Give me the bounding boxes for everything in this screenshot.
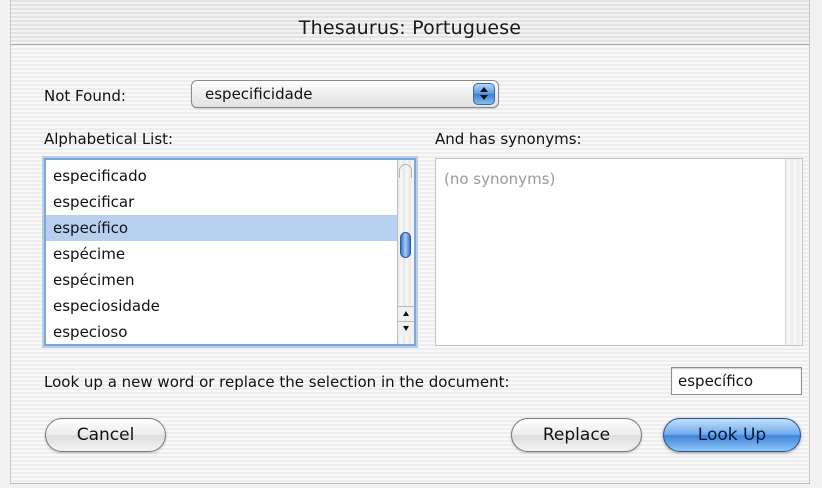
no-synonyms-text: (no synonyms) — [444, 170, 556, 188]
arrow-down-icon — [403, 326, 409, 331]
list-items: especificado especificar específico espécim… — [46, 163, 398, 344]
replace-button[interactable]: Replace — [511, 418, 642, 452]
scrollbar-top-cap — [399, 164, 412, 178]
look-up-button[interactable]: Look Up — [663, 418, 801, 452]
not-found-popup[interactable]: especificidade — [191, 80, 499, 108]
cancel-button[interactable]: Cancel — [45, 418, 166, 452]
not-found-value: especificidade — [205, 85, 313, 103]
list-item[interactable]: espécime — [46, 241, 398, 267]
popup-arrows-icon — [473, 83, 495, 105]
synonyms-scrollbar — [785, 159, 802, 345]
not-found-label: Not Found: — [44, 87, 126, 105]
synonyms-label: And has synonyms: — [435, 130, 582, 148]
list-item[interactable]: espécimen — [46, 267, 398, 293]
list-item[interactable]: especiosidade — [46, 293, 398, 319]
alphabetical-list-label: Alphabetical List: — [44, 130, 174, 148]
list-item[interactable]: específico — [46, 215, 398, 241]
scroll-down-button[interactable] — [398, 321, 414, 336]
list-scrollbar[interactable] — [397, 160, 414, 344]
lookup-label: Look up a new word or replace the select… — [44, 373, 510, 391]
arrow-up-icon — [403, 311, 409, 316]
scrollbar-thumb[interactable] — [400, 232, 411, 258]
synonyms-list[interactable]: (no synonyms) — [435, 158, 803, 346]
list-item[interactable]: especioso — [46, 319, 398, 344]
window-title: Thesaurus: Portuguese — [298, 17, 522, 39]
scroll-up-button[interactable] — [398, 306, 414, 321]
list-item[interactable]: especificar — [46, 189, 398, 215]
thesaurus-dialog: Thesaurus: Portuguese Not Found: especif… — [10, 0, 810, 484]
title-bar[interactable]: Thesaurus: Portuguese — [11, 0, 809, 45]
list-item[interactable]: especificado — [46, 163, 398, 189]
alphabetical-list[interactable]: especificado especificar específico espécim… — [44, 158, 416, 346]
lookup-input[interactable]: específico — [671, 367, 802, 395]
